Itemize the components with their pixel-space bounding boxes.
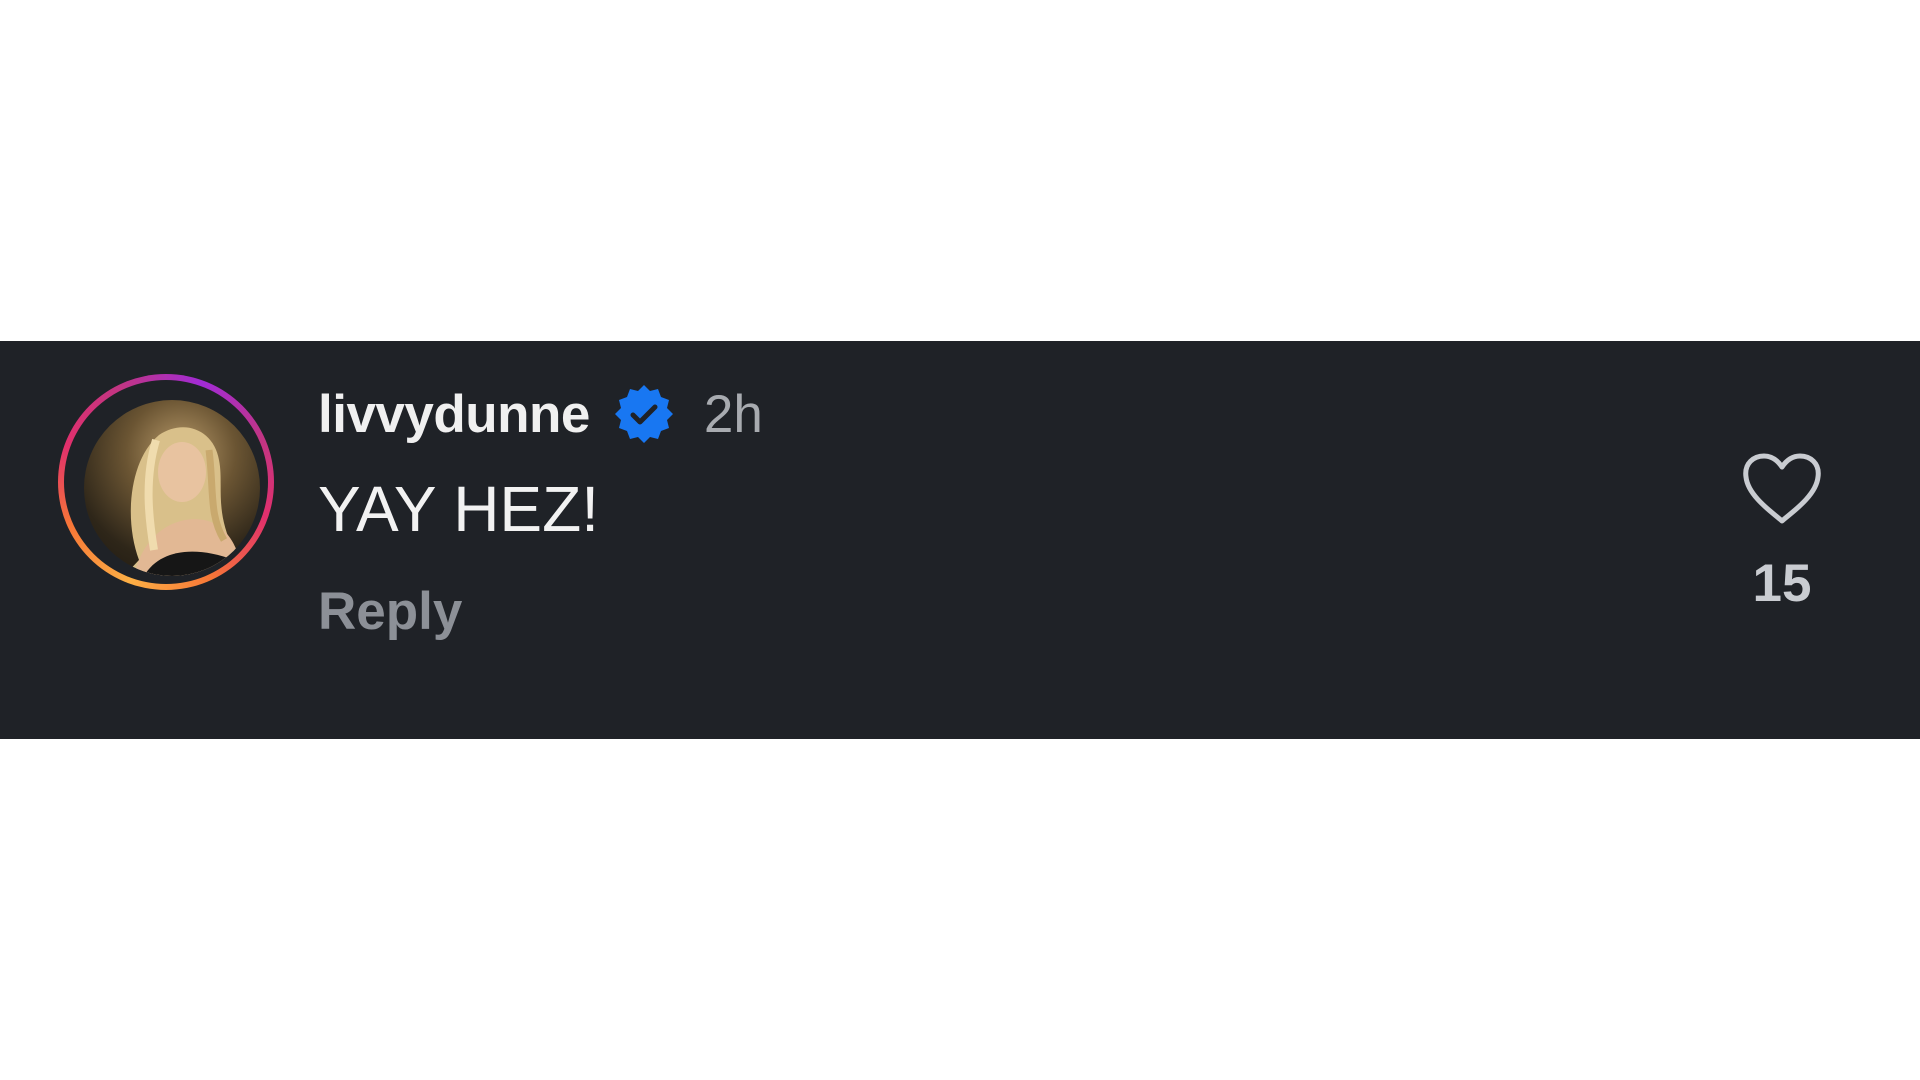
story-ring[interactable] — [58, 374, 274, 590]
username[interactable]: livvydunne — [318, 384, 590, 445]
page: livvydunne 2h YAY HEZ! Reply 15 — [0, 0, 1920, 1080]
like-area: 15 — [1740, 453, 1824, 614]
comment-content: livvydunne 2h YAY HEZ! Reply — [318, 381, 763, 642]
avatar[interactable] — [84, 400, 260, 576]
comment-row: livvydunne 2h YAY HEZ! Reply 15 — [0, 341, 1920, 739]
like-count: 15 — [1752, 554, 1812, 613]
reply-button[interactable]: Reply — [318, 581, 763, 642]
comment-header: livvydunne 2h — [318, 381, 763, 447]
avatar-image — [124, 427, 244, 576]
timestamp: 2h — [703, 384, 763, 444]
verified-badge-icon — [612, 382, 676, 446]
comment-text: YAY HEZ! — [318, 473, 599, 545]
heart-outline-icon[interactable] — [1742, 453, 1822, 525]
